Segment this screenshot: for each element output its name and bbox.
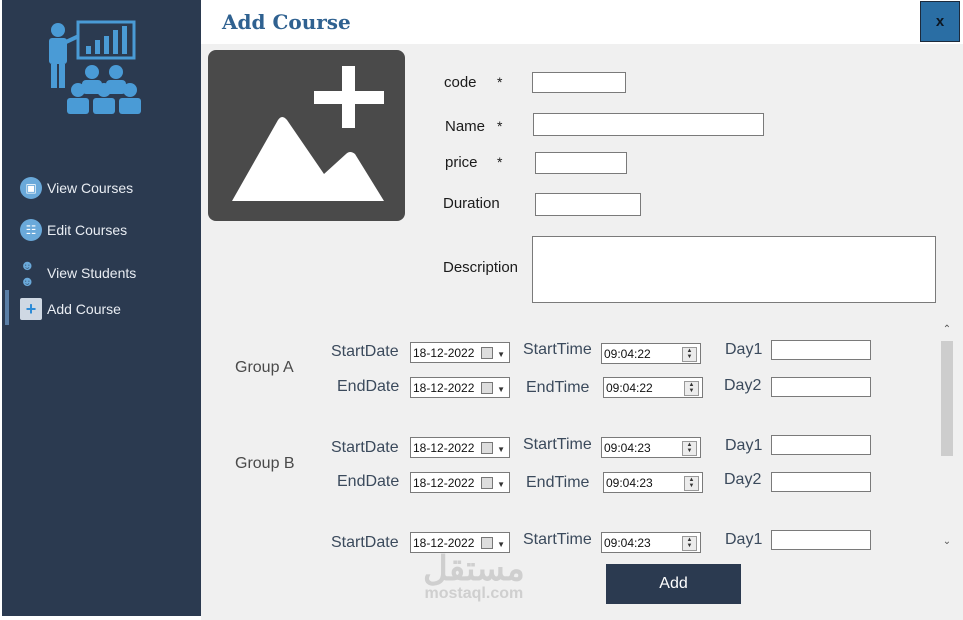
price-field[interactable] bbox=[535, 152, 627, 174]
add-button[interactable]: Add bbox=[606, 564, 741, 604]
sidebar-item-label: View Students bbox=[47, 265, 137, 281]
start-date-picker[interactable]: 18-12-2022 ▼ bbox=[410, 437, 510, 458]
day2-field[interactable] bbox=[771, 472, 871, 492]
plus-icon: + bbox=[20, 298, 42, 320]
required-mark: * bbox=[497, 74, 503, 90]
start-time-picker[interactable]: 09:04:23 ▲ ▼ bbox=[601, 437, 701, 458]
users-icon: ☻☻ bbox=[20, 257, 35, 289]
sidebar: ▣ View Courses ☷ Edit Courses ☻☻ View St… bbox=[2, 0, 201, 616]
start-date-picker[interactable]: 18-12-2022 ▼ bbox=[410, 342, 510, 363]
duration-field[interactable] bbox=[535, 193, 641, 216]
chevron-down-icon: ▼ bbox=[497, 540, 505, 549]
time-value: 09:04:23 bbox=[604, 440, 651, 455]
start-date-label: StartDate bbox=[331, 439, 399, 456]
main-panel: code * Name * price * Duration Descripti… bbox=[201, 44, 963, 620]
day1-label: Day1 bbox=[725, 341, 763, 358]
duration-label: Duration bbox=[443, 195, 500, 212]
sidebar-item-view-courses[interactable]: ▣ View Courses bbox=[20, 174, 133, 202]
scroll-up-icon[interactable]: ⌃ bbox=[941, 324, 953, 335]
start-time-label: StartTime bbox=[523, 341, 592, 358]
spinner-icon[interactable]: ▲ ▼ bbox=[684, 476, 699, 491]
day1-field[interactable] bbox=[771, 530, 871, 550]
spinner-icon[interactable]: ▲ ▼ bbox=[684, 381, 699, 396]
code-field[interactable] bbox=[532, 72, 626, 93]
end-date-picker[interactable]: 18-12-2022 ▼ bbox=[410, 377, 510, 398]
day1-label: Day1 bbox=[725, 437, 763, 454]
book-icon: ▣ bbox=[20, 177, 42, 199]
spinner-icon[interactable]: ▲ ▼ bbox=[682, 441, 697, 456]
calendar-icon bbox=[481, 382, 493, 394]
active-indicator bbox=[5, 290, 9, 325]
group-label: Group B bbox=[235, 455, 295, 472]
date-value: 18-12-2022 bbox=[413, 535, 475, 550]
watermark: مستقل mostaql.com bbox=[423, 549, 525, 603]
day1-field[interactable] bbox=[771, 435, 871, 455]
teacher-classroom-logo bbox=[49, 20, 141, 114]
page-title: Add Course bbox=[222, 10, 351, 34]
code-label: code bbox=[444, 74, 477, 91]
end-time-picker[interactable]: 09:04:22 ▲ ▼ bbox=[603, 377, 703, 398]
spinner-icon[interactable]: ▲ ▼ bbox=[682, 536, 697, 551]
watermark-arabic: مستقل bbox=[423, 550, 525, 588]
time-value: 09:04:22 bbox=[606, 380, 653, 395]
chevron-down-icon: ▼ bbox=[497, 480, 505, 489]
chevron-down-icon: ▼ bbox=[497, 350, 505, 359]
day1-label: Day1 bbox=[725, 531, 763, 548]
day2-label: Day2 bbox=[724, 377, 762, 394]
price-label: price bbox=[445, 154, 478, 171]
calendar-icon bbox=[481, 442, 493, 454]
end-date-label: EndDate bbox=[337, 473, 400, 490]
open-book-icon: ☷ bbox=[20, 219, 42, 241]
date-value: 18-12-2022 bbox=[413, 440, 475, 455]
start-time-picker[interactable]: 09:04:23 ▲ ▼ bbox=[601, 532, 701, 553]
start-date-label: StartDate bbox=[331, 534, 399, 551]
time-value: 09:04:23 bbox=[604, 535, 651, 550]
date-value: 18-12-2022 bbox=[413, 380, 475, 395]
description-field[interactable] bbox=[532, 236, 936, 303]
end-time-picker[interactable]: 09:04:23 ▲ ▼ bbox=[603, 472, 703, 493]
end-date-picker[interactable]: 18-12-2022 ▼ bbox=[410, 472, 510, 493]
sidebar-item-label: Edit Courses bbox=[47, 222, 128, 238]
sidebar-item-edit-courses[interactable]: ☷ Edit Courses bbox=[20, 216, 127, 244]
required-mark: * bbox=[497, 154, 503, 170]
spinner-icon[interactable]: ▲ ▼ bbox=[682, 347, 697, 362]
day1-field[interactable] bbox=[771, 340, 871, 360]
group-label: Group A bbox=[235, 359, 294, 376]
add-image-icon bbox=[232, 66, 384, 201]
end-date-label: EndDate bbox=[337, 378, 400, 395]
calendar-icon bbox=[481, 537, 493, 549]
scrollbar-thumb[interactable] bbox=[941, 341, 953, 456]
header: Add Course x bbox=[201, 0, 963, 44]
sidebar-item-view-students[interactable]: ☻☻ View Students bbox=[20, 257, 137, 289]
calendar-icon bbox=[481, 347, 493, 359]
calendar-icon bbox=[481, 477, 493, 489]
end-time-label: EndTime bbox=[526, 474, 590, 491]
name-field[interactable] bbox=[533, 113, 764, 136]
sidebar-item-label: Add Course bbox=[47, 301, 121, 317]
name-label: Name bbox=[445, 118, 486, 135]
scroll-down-icon[interactable]: ⌄ bbox=[941, 536, 953, 547]
add-image-button[interactable] bbox=[208, 50, 405, 221]
chevron-down-icon: ▼ bbox=[497, 445, 505, 454]
day2-label: Day2 bbox=[724, 471, 762, 488]
time-value: 09:04:22 bbox=[604, 346, 651, 361]
chevron-down-icon: ▼ bbox=[497, 385, 505, 394]
description-label: Description bbox=[443, 259, 519, 276]
end-time-label: EndTime bbox=[526, 379, 590, 396]
start-time-label: StartTime bbox=[523, 531, 592, 548]
date-value: 18-12-2022 bbox=[413, 475, 475, 490]
start-date-label: StartDate bbox=[331, 343, 399, 360]
time-value: 09:04:23 bbox=[606, 475, 653, 490]
watermark-latin: mostaql.com bbox=[424, 585, 524, 602]
day2-field[interactable] bbox=[771, 377, 871, 397]
start-time-label: StartTime bbox=[523, 436, 592, 453]
date-value: 18-12-2022 bbox=[413, 345, 475, 360]
sidebar-item-add-course[interactable]: + Add Course bbox=[20, 295, 121, 323]
close-button[interactable]: x bbox=[920, 1, 960, 42]
start-time-picker[interactable]: 09:04:22 ▲ ▼ bbox=[601, 343, 701, 364]
sidebar-item-label: View Courses bbox=[47, 180, 134, 196]
required-mark: * bbox=[497, 118, 503, 134]
